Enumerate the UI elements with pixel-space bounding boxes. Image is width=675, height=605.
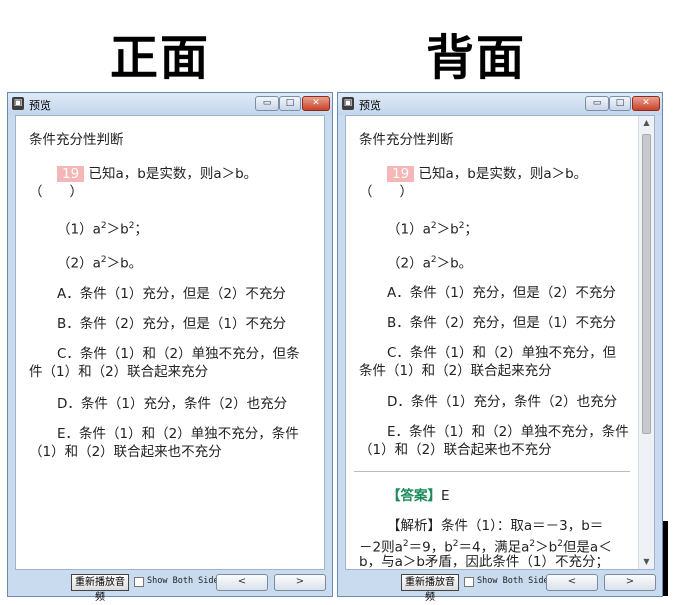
option-d: D．条件（1）充分，条件（2）也充分	[57, 396, 288, 412]
edge-divider	[663, 521, 668, 596]
maximize-button[interactable]: □	[279, 96, 301, 111]
front-preview-window: ▣ 预览 ▭ □ ✕ 条件充分性判断 19 已知a，b是实数，则a＞b。 （ ）…	[7, 92, 333, 603]
title-bar[interactable]: ▣ 预览 ▭ □ ✕	[338, 93, 662, 115]
answer-value: E	[441, 488, 450, 504]
stem-text: 已知a，b是实数，则a＞b。	[88, 166, 258, 182]
option-e-line2: （1）和（2）联合起来也不充分	[29, 444, 222, 460]
prev-button[interactable]: <	[546, 574, 598, 591]
stem-text: 已知a，b是实数，则a＞b。	[418, 166, 588, 182]
window-title: 预览	[359, 99, 381, 112]
show-both-sides-label: Show Both Sides	[147, 576, 224, 586]
section-title: 条件充分性判断	[29, 132, 124, 148]
condition-2: （2）a2＞b。	[387, 255, 473, 272]
next-button[interactable]: >	[604, 574, 656, 591]
section-title: 条件充分性判断	[359, 132, 454, 148]
back-heading: 背面	[426, 30, 527, 86]
option-b: B．条件（2）充分，但是（1）不充分	[387, 315, 616, 331]
condition-1: （1）a2＞b2；	[387, 221, 478, 238]
option-e-line2: （1）和（2）联合起来也不充分	[359, 442, 552, 458]
prev-button[interactable]: <	[216, 574, 268, 591]
close-button[interactable]: ✕	[302, 96, 330, 111]
show-both-sides-checkbox[interactable]	[464, 577, 474, 587]
back-preview-window: ▣ 预览 ▭ □ ✕ 条件充分性判断 19 已知a，b是实数，则a＞b。 （ ）…	[337, 92, 663, 603]
analysis-line-1: 【解析】条件（1）：取a＝－3，b＝	[387, 518, 604, 534]
question-number: 19	[387, 166, 415, 182]
footer-bar: 重新播放音频 Show Both Sides < >	[8, 570, 332, 603]
maximize-button[interactable]: □	[609, 96, 631, 111]
option-a: A．条件（1）充分，但是（2）不充分	[57, 286, 286, 302]
scroll-thumb[interactable]	[642, 134, 651, 434]
card-content-front: 条件充分性判断 19 已知a，b是实数，则a＞b。 （ ） （1）a2＞b2； …	[15, 115, 325, 570]
window-title: 预览	[29, 99, 51, 112]
app-icon[interactable]: ▣	[12, 97, 24, 110]
question-stem: 19 已知a，b是实数，则a＞b。	[387, 166, 587, 183]
option-a: A．条件（1）充分，但是（2）不充分	[387, 285, 616, 301]
option-b: B．条件（2）充分，但是（1）不充分	[57, 316, 286, 332]
front-heading: 正面	[110, 30, 211, 86]
option-c-line2: 条件（1）和（2）联合起来充分	[359, 363, 552, 379]
scroll-down-icon[interactable]: ▼	[639, 555, 654, 569]
answer-line: 【答案】E	[387, 488, 450, 505]
close-button[interactable]: ✕	[632, 96, 660, 111]
option-d: D．条件（1）充分，条件（2）也充分	[387, 394, 618, 410]
option-c-line1: C．条件（1）和（2）单独不充分，但条	[57, 346, 300, 362]
footer-bar: 重新播放音频 Show Both Sides < >	[338, 570, 662, 603]
show-both-sides-checkbox[interactable]	[134, 577, 144, 587]
answer-separator	[354, 471, 630, 472]
scroll-up-icon[interactable]: ▲	[639, 116, 654, 130]
option-c-line2: 件（1）和（2）联合起来充分	[29, 364, 209, 380]
show-both-sides-label: Show Both Sides	[477, 576, 554, 586]
replay-audio-button[interactable]: 重新播放音频	[71, 574, 129, 603]
condition-1: （1）a2＞b2；	[57, 221, 148, 238]
app-icon[interactable]: ▣	[342, 97, 354, 110]
answer-blank: （ ）	[359, 184, 413, 200]
question-stem: 19 已知a，b是实数，则a＞b。	[57, 166, 257, 183]
question-number: 19	[57, 166, 85, 182]
answer-label: 【答案】	[387, 488, 441, 504]
option-e-line1: E．条件（1）和（2）单独不充分，条件	[57, 426, 299, 442]
option-c-line1: C．条件（1）和（2）单独不充分，但	[387, 345, 617, 361]
option-e-line1: E．条件（1）和（2）单独不充分，条件	[387, 424, 629, 440]
vertical-scrollbar[interactable]: ▲ ▼	[638, 116, 654, 569]
title-bar[interactable]: ▣ 预览 ▭ □ ✕	[8, 93, 332, 115]
minimize-button[interactable]: ▭	[585, 96, 609, 111]
condition-2: （2）a2＞b。	[57, 255, 143, 272]
answer-blank: （ ）	[29, 184, 83, 200]
analysis-line-3: b，与a＞b矛盾，因此条件（1）不充分；	[359, 554, 609, 570]
card-content-back: 条件充分性判断 19 已知a，b是实数，则a＞b。 （ ） （1）a2＞b2； …	[345, 115, 655, 570]
next-button[interactable]: >	[274, 574, 326, 591]
minimize-button[interactable]: ▭	[255, 96, 279, 111]
replay-audio-button[interactable]: 重新播放音频	[401, 574, 459, 603]
